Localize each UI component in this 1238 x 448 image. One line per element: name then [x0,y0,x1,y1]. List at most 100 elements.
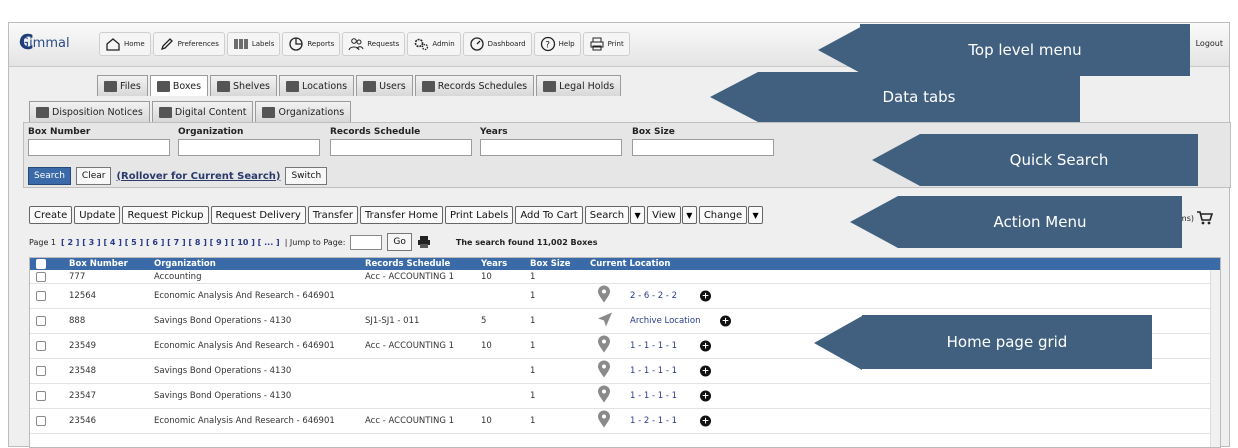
tab-files[interactable]: Files [97,75,148,96]
row-checkbox[interactable] [36,366,46,376]
page-links[interactable]: [ 2 ] [ 3 ] [ 4 ] [ 5 ] [ 6 ] [ 7 ] [ 8 … [61,238,280,247]
action-view-dropdown[interactable]: View [647,206,681,224]
search-input-records-schedule[interactable] [330,139,472,156]
search-input-box-number[interactable] [28,139,170,156]
action-add-to-cart[interactable]: Add To Cart [515,206,583,224]
search-field-label: Years [480,127,508,137]
pie-chart-icon [289,37,304,51]
plus-circle-icon[interactable]: + [700,390,711,402]
action-request-delivery[interactable]: Request Delivery [210,206,306,224]
cell-size: 1 [530,416,536,426]
annotation-top-level-menu: Top level menu [860,24,1190,76]
data-tabs-row2: Disposition Notices Digital Content Organi… [29,101,352,122]
column-header: Box Number [69,259,128,269]
table-row[interactable]: 23546 Economic Analysis And Research - 64… [30,409,1220,434]
current-location-link[interactable]: 1 - 1 - 1 - 1 [630,341,677,351]
current-location-link[interactable]: 1 - 1 - 1 - 1 [630,366,677,376]
go-button[interactable]: Go [387,233,412,251]
jump-page-input[interactable] [350,234,383,250]
row-checkbox[interactable] [36,416,46,426]
tab-organizations[interactable]: Organizations [255,101,352,122]
printer-icon[interactable] [417,235,431,249]
tab-label: Legal Holds [559,80,615,92]
tab-digital-content[interactable]: Digital Content [151,101,254,122]
plus-circle-icon[interactable]: + [700,340,711,352]
row-checkbox[interactable] [36,391,46,401]
pencil-icon [160,38,173,51]
cell-box: 23548 [69,366,97,376]
switch-button[interactable]: Switch [285,167,328,185]
search-field-label: Records Schedule [330,127,421,137]
top-menu-home[interactable]: Home [99,32,151,56]
gauge-icon [469,37,484,51]
action-transfer[interactable]: Transfer [307,206,359,224]
action-print-labels[interactable]: Print Labels [444,206,514,224]
top-menu-help[interactable]: ? Help [533,32,581,56]
top-menu-labels[interactable]: Labels [226,32,281,56]
top-menu-requests[interactable]: Requests [342,32,406,56]
row-checkbox[interactable] [36,291,46,301]
current-location-link[interactable]: Archive Location [630,316,700,326]
top-level-menu: Home Preferences Labels Reports Requests Admi… [99,32,630,56]
top-menu-reports[interactable]: Reports [282,32,341,56]
plus-circle-icon[interactable]: + [720,315,731,327]
chevron-down-icon[interactable]: ▼ [748,206,764,224]
clear-button[interactable]: Clear [75,167,112,185]
table-row[interactable]: 12564 Economic Analysis And Research - 64… [30,284,1220,309]
action-search-dropdown[interactable]: Search [584,206,630,224]
rollover-link[interactable]: (Rollover for Current Search) [116,171,280,182]
row-checkbox[interactable] [36,341,46,351]
plus-circle-icon[interactable]: + [700,415,711,427]
action-request-pickup[interactable]: Request Pickup [122,206,209,224]
table-row[interactable]: 23547 Savings Bond Operations - 4130 1 1 - … [30,384,1220,409]
search-input-box-size[interactable] [632,139,774,156]
logout-link[interactable]: Logout [1196,39,1223,48]
tab-boxes[interactable]: Boxes [149,75,209,96]
cell-size: 1 [530,271,536,282]
map-pin-icon[interactable] [597,360,611,382]
tab-users[interactable]: Users [356,75,413,96]
navigation-arrow-icon[interactable] [597,312,613,331]
action-transfer-home[interactable]: Transfer Home [360,206,443,224]
top-menu-admin[interactable]: Admin [407,32,461,56]
tab-locations[interactable]: Locations [278,75,355,96]
plus-circle-icon[interactable]: + [700,365,711,377]
select-all-checkbox[interactable] [36,259,46,269]
annotation-arrowhead [814,316,862,370]
current-location-link[interactable]: 1 - 2 - 1 - 1 [630,416,677,426]
row-checkbox[interactable] [36,316,46,326]
map-pin-icon[interactable] [597,410,611,432]
table-row[interactable]: 777 Accounting Acc - ACCOUNTING 1 10 1 [30,270,1220,284]
tab-legal-holds[interactable]: Legal Holds [536,75,622,96]
map-pin-icon[interactable] [597,335,611,357]
search-button[interactable]: Search [28,167,71,185]
cell-box: 23546 [69,416,97,426]
top-menu-print[interactable]: Print [582,32,630,56]
action-update[interactable]: Update [74,206,121,224]
tab-shelves[interactable]: Shelves [210,75,277,96]
tab-label: Files [120,80,141,92]
current-location-link[interactable]: 1 - 1 - 1 - 1 [630,391,677,401]
row-checkbox[interactable] [36,271,46,282]
current-location-link[interactable]: 2 - 6 - 2 - 2 [630,291,677,301]
plus-circle-icon[interactable]: + [700,290,711,302]
top-menu-label: Requests [367,40,400,48]
tab-label: Locations [301,80,348,92]
action-create[interactable]: Create [29,206,73,224]
grid-scrollbar[interactable] [1210,270,1220,447]
top-menu-preferences[interactable]: Preferences [152,32,225,56]
tab-records-schedules[interactable]: Records Schedules [414,75,535,96]
map-pin-icon[interactable] [597,285,611,307]
search-input-organization[interactable] [178,139,320,156]
chevron-down-icon[interactable]: ▼ [681,206,697,224]
people-icon [348,38,364,51]
chevron-down-icon[interactable]: ▼ [630,206,646,224]
tab-disposition-notices[interactable]: Disposition Notices [29,101,150,122]
annotation-action-menu: Action Menu [898,196,1182,248]
map-pin-icon[interactable] [597,385,611,407]
cell-org: Economic Analysis And Research - 646901 [154,291,335,301]
data-tabs-row1: Files Boxes Shelves Locations Users Records S… [97,75,622,96]
top-menu-dashboard[interactable]: Dashboard [462,32,532,56]
action-change-dropdown[interactable]: Change [698,206,748,224]
search-input-years[interactable] [480,139,622,156]
